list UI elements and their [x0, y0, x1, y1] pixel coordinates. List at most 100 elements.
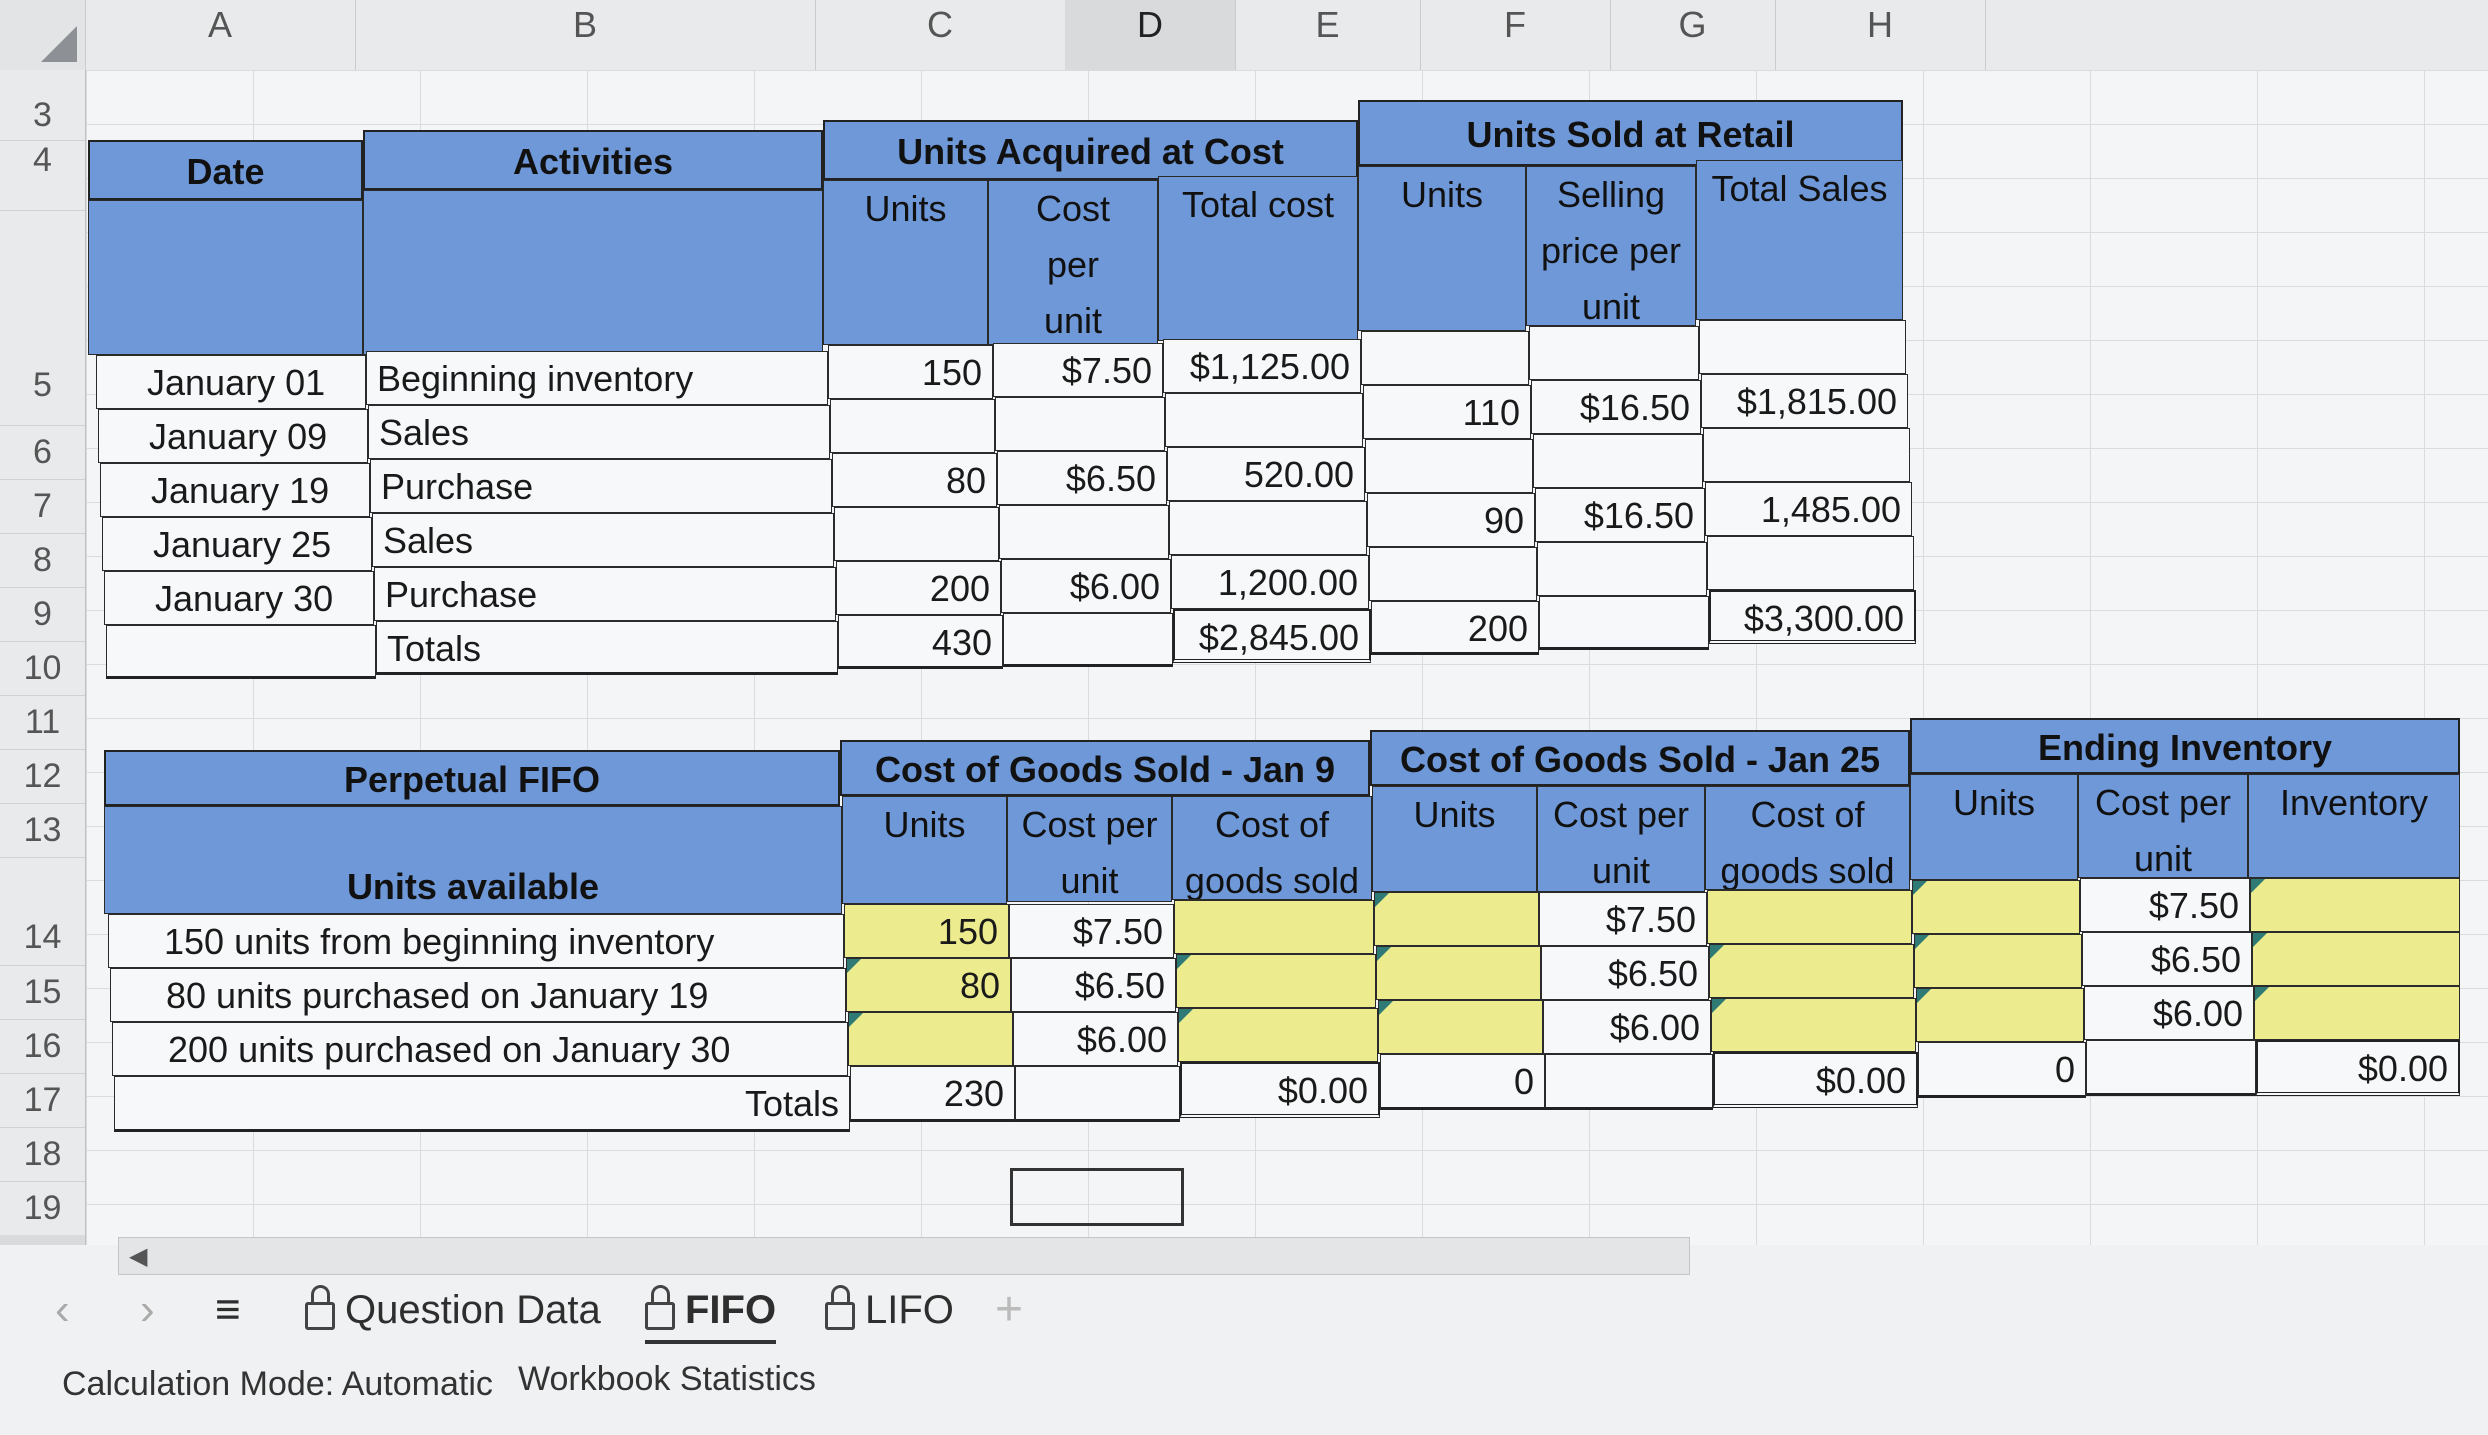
cogs9-amount-input[interactable] — [1178, 1008, 1378, 1062]
price-cell[interactable] — [1529, 326, 1699, 380]
total-cost-cell[interactable] — [1165, 393, 1363, 447]
workbook-statistics-button[interactable]: Workbook Statistics — [518, 1360, 816, 1399]
cogs25-units-input[interactable] — [1374, 892, 1539, 946]
cogs9-amount-input[interactable] — [1176, 954, 1376, 1008]
subheader-units[interactable]: Units — [1910, 774, 2078, 880]
cost-cell[interactable] — [999, 505, 1169, 559]
activity-cell[interactable]: Purchase — [374, 567, 836, 621]
subheader-units[interactable]: Units — [823, 180, 988, 345]
subheader-inventory[interactable]: Inventory — [2248, 774, 2460, 878]
column-header-g[interactable]: G — [1610, 0, 1776, 70]
subheader-cost-per-unit[interactable]: Cost per unit — [2078, 774, 2248, 878]
units-cell[interactable] — [834, 507, 999, 561]
cost-cell[interactable]: $7.50 — [993, 343, 1163, 397]
subheader-cost-per-unit[interactable]: Cost per unit — [1537, 786, 1705, 892]
subheader-cost-per-unit[interactable]: Cost per unit — [988, 180, 1158, 345]
subheader-total-cost[interactable]: Total cost — [1158, 176, 1358, 341]
totals-label[interactable]: Totals — [114, 1076, 850, 1132]
header-cogs-jan9[interactable]: Cost of Goods Sold - Jan 9 — [840, 740, 1370, 796]
row-header[interactable]: 9 — [0, 587, 85, 642]
row-header[interactable]: 8 — [0, 533, 85, 588]
units-sold-cell[interactable]: 90 — [1367, 493, 1535, 547]
active-cell-d20[interactable] — [1010, 1168, 1184, 1226]
ending-units-total[interactable]: 0 — [1918, 1042, 2086, 1098]
cogs25-cost[interactable]: $7.50 — [1539, 892, 1707, 946]
units-cell[interactable]: 150 — [828, 345, 993, 399]
price-cell[interactable] — [1533, 434, 1703, 488]
units-cell[interactable]: 80 — [832, 453, 997, 507]
add-sheet-button[interactable]: + — [995, 1280, 1023, 1340]
row-header[interactable]: 16 — [0, 1019, 85, 1074]
row-header[interactable]: 15 — [0, 965, 85, 1020]
units-cell[interactable]: 200 — [836, 561, 1001, 615]
activity-cell[interactable]: Beginning inventory — [366, 351, 828, 405]
row-header[interactable]: 18 — [0, 1127, 85, 1182]
cogs25-cost-blank[interactable] — [1545, 1054, 1713, 1110]
cogs9-cost[interactable]: $6.00 — [1013, 1012, 1178, 1066]
total-cost-total[interactable]: $2,845.00 — [1173, 609, 1371, 663]
cost-cell[interactable] — [1003, 613, 1173, 667]
cogs25-amount-input[interactable] — [1709, 944, 1914, 998]
row-header[interactable]: 12 — [0, 749, 85, 804]
subheader-cost-per-unit[interactable]: Cost per unit — [1007, 796, 1172, 902]
tab-lifo[interactable]: LIFO — [825, 1280, 954, 1340]
select-all-corner[interactable] — [0, 0, 86, 70]
cogs9-units-input[interactable] — [848, 1012, 1013, 1066]
cogs25-units-total[interactable]: 0 — [1380, 1054, 1545, 1110]
row-header[interactable]: 11 — [0, 695, 85, 750]
date-cell[interactable]: January 25 — [102, 517, 372, 571]
cogs25-units-input[interactable] — [1376, 946, 1541, 1000]
activity-cell[interactable]: Sales — [372, 513, 834, 567]
header-date[interactable]: Date — [88, 140, 363, 200]
column-header-d[interactable]: D — [1065, 0, 1236, 74]
date-cell[interactable]: January 30 — [104, 571, 374, 625]
subheader-units[interactable]: Units — [842, 796, 1007, 904]
subheader-selling-price[interactable]: Selling price per unit — [1526, 166, 1696, 326]
lot-label[interactable]: 150 units from beginning inventory — [108, 914, 844, 968]
total-cost-cell[interactable]: $1,125.00 — [1163, 339, 1361, 393]
units-total[interactable]: 430 — [838, 615, 1003, 669]
cogs25-amount-input[interactable] — [1711, 998, 1916, 1052]
cost-cell[interactable] — [995, 397, 1165, 451]
cost-cell[interactable]: $6.50 — [997, 451, 1167, 505]
units-sold-total[interactable]: 200 — [1371, 601, 1539, 655]
cogs9-units-input[interactable]: 80 — [846, 958, 1011, 1012]
sales-total[interactable]: $3,300.00 — [1709, 590, 1916, 644]
cogs9-amount-input[interactable] — [1174, 900, 1374, 954]
row-header[interactable]: 17 — [0, 1073, 85, 1128]
header-units-sold[interactable]: Units Sold at Retail — [1358, 100, 1903, 166]
ending-cost[interactable]: $6.00 — [2084, 986, 2254, 1040]
ending-cost-blank[interactable] — [2086, 1040, 2256, 1096]
date-cell[interactable]: January 19 — [100, 463, 370, 517]
scroll-left-arrow-icon[interactable]: ◀ — [129, 1242, 147, 1271]
cogs9-units-input[interactable]: 150 — [844, 904, 1009, 958]
cogs9-cost[interactable]: $7.50 — [1009, 904, 1174, 958]
lot-label[interactable]: 200 units purchased on January 30 — [112, 1022, 848, 1076]
date-cell[interactable]: January 01 — [96, 355, 366, 409]
row-header[interactable]: 5 — [0, 210, 85, 426]
column-header-f[interactable]: F — [1420, 0, 1611, 70]
row-header[interactable]: 6 — [0, 425, 85, 480]
ending-units-input[interactable] — [1912, 880, 2080, 934]
row-header[interactable]: 13 — [0, 803, 85, 858]
activity-cell[interactable]: Sales — [368, 405, 830, 459]
horizontal-scrollbar[interactable]: ◀ — [118, 1237, 1690, 1275]
header-units-acquired[interactable]: Units Acquired at Cost — [823, 120, 1358, 180]
cost-cell[interactable]: $6.00 — [1001, 559, 1171, 613]
row-header[interactable]: 19 — [0, 1181, 85, 1236]
date-cell[interactable] — [106, 625, 376, 679]
lot-label[interactable]: 80 units purchased on January 19 — [110, 968, 846, 1022]
column-header-c[interactable]: C — [815, 0, 1066, 70]
units-sold-cell[interactable] — [1361, 331, 1529, 385]
sales-cell[interactable]: 1,485.00 — [1705, 482, 1912, 536]
cogs25-units-input[interactable] — [1378, 1000, 1543, 1054]
subheader-cogs[interactable]: Cost of goods sold — [1705, 786, 1910, 890]
cogs9-total[interactable]: $0.00 — [1180, 1062, 1380, 1118]
date-cell[interactable]: January 09 — [98, 409, 368, 463]
ending-inventory-input[interactable] — [2254, 986, 2460, 1040]
sales-cell[interactable] — [1699, 320, 1906, 374]
subheader-cogs[interactable]: Cost of goods sold — [1172, 796, 1372, 900]
column-header-a[interactable]: A — [85, 0, 356, 70]
cogs9-units-total[interactable]: 230 — [850, 1066, 1015, 1122]
ending-cost[interactable]: $7.50 — [2080, 878, 2250, 932]
